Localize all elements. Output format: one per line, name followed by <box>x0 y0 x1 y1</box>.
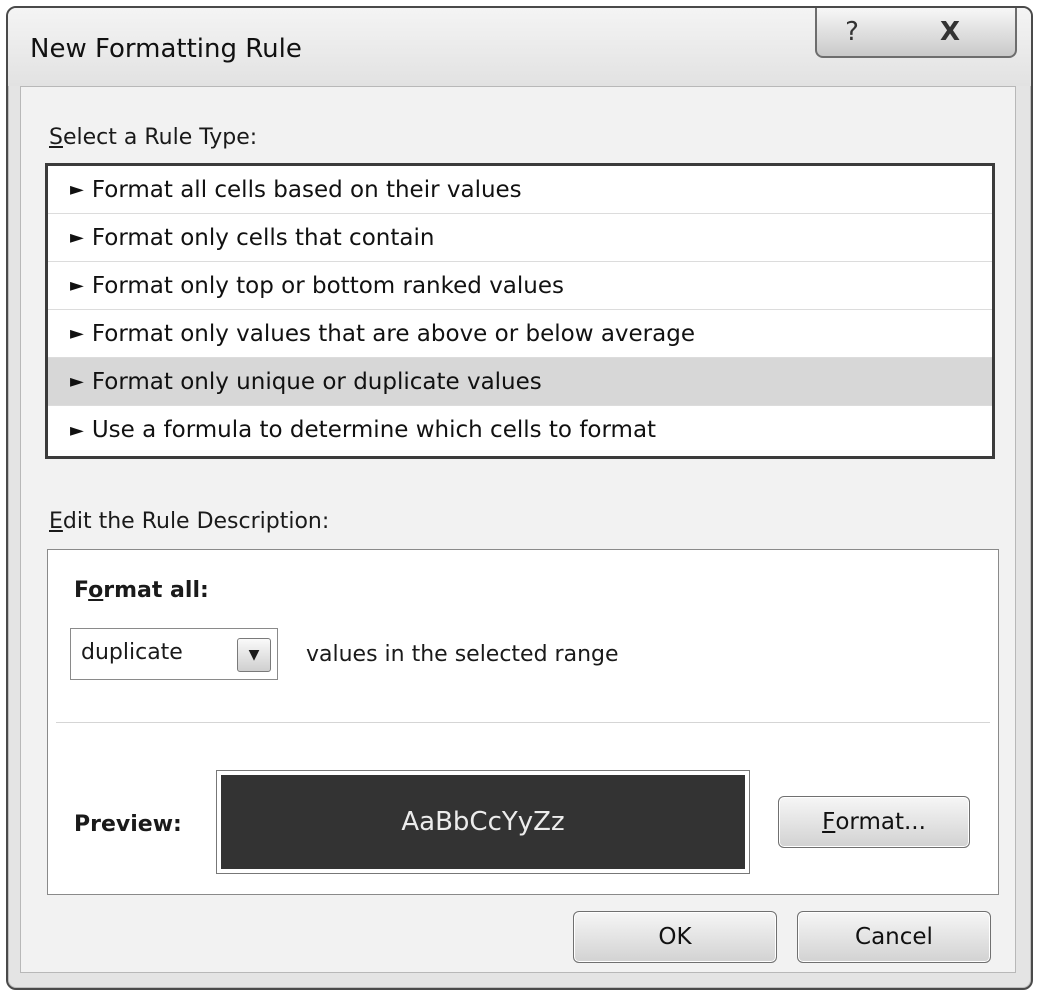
preview-frame: AaBbCcYyZz <box>216 770 750 874</box>
dialog-title: New Formatting Rule <box>30 34 302 64</box>
close-button[interactable]: X <box>885 8 1017 58</box>
arrow-icon: ► <box>70 419 84 441</box>
ok-button[interactable]: OK <box>573 911 777 963</box>
rule-type-label: Format only top or bottom ranked values <box>91 272 564 299</box>
cancel-button[interactable]: Cancel <box>797 911 991 963</box>
help-icon: ? <box>845 17 859 47</box>
arrow-icon: ► <box>70 227 84 248</box>
rule-description-panel: Format all: duplicate ▼ values in the se… <box>47 549 999 895</box>
rule-type-item[interactable]: ► Use a formula to determine which cells … <box>48 406 992 454</box>
edit-rule-description-label: Edit the Rule Description: <box>49 509 330 534</box>
preview-sample: AaBbCcYyZz <box>221 775 745 869</box>
preview-label: Preview: <box>74 812 182 837</box>
arrow-icon: ► <box>70 371 84 392</box>
rule-type-item[interactable]: ► Format all cells based on their values <box>48 166 992 214</box>
rule-type-label: Format only values that are above or bel… <box>91 320 695 347</box>
close-icon: X <box>939 17 961 47</box>
arrow-icon: ► <box>70 275 84 296</box>
rule-type-item[interactable]: ► Format only top or bottom ranked values <box>48 262 992 310</box>
format-all-label: Format all: <box>74 578 209 603</box>
rule-type-label: Use a formula to determine which cells t… <box>91 417 657 443</box>
chevron-down-icon[interactable]: ▼ <box>237 638 271 672</box>
format-button[interactable]: Format... <box>778 796 970 848</box>
divider <box>56 722 990 723</box>
select-rule-type-label: Select a Rule Type: <box>49 125 258 150</box>
rule-type-item[interactable]: ► Format only cells that contain <box>48 214 992 262</box>
help-button[interactable]: ? <box>815 8 889 58</box>
rule-type-label: Format only unique or duplicate values <box>91 368 542 395</box>
values-in-range-text: values in the selected range <box>306 642 619 667</box>
dialog-body: Select a Rule Type: ► Format all cells ba… <box>20 86 1016 973</box>
rule-type-label: Format only cells that contain <box>91 224 435 251</box>
title-bar: New Formatting Rule ? X <box>8 8 1031 86</box>
rule-type-item[interactable]: ► Format only unique or duplicate values <box>48 358 992 406</box>
rule-type-item[interactable]: ► Format only values that are above or be… <box>48 310 992 358</box>
rule-type-label: Format all cells based on their values <box>91 176 522 203</box>
dropdown-value: duplicate <box>81 640 183 665</box>
arrow-icon: ► <box>70 323 84 344</box>
new-formatting-rule-dialog: New Formatting Rule ? X Select a Rule Ty… <box>6 6 1033 990</box>
duplicate-unique-dropdown[interactable]: duplicate ▼ <box>70 628 278 680</box>
preview-sample-text: AaBbCcYyZz <box>401 807 565 837</box>
arrow-icon: ► <box>70 179 84 200</box>
rule-type-list[interactable]: ► Format all cells based on their values ►… <box>45 163 995 459</box>
